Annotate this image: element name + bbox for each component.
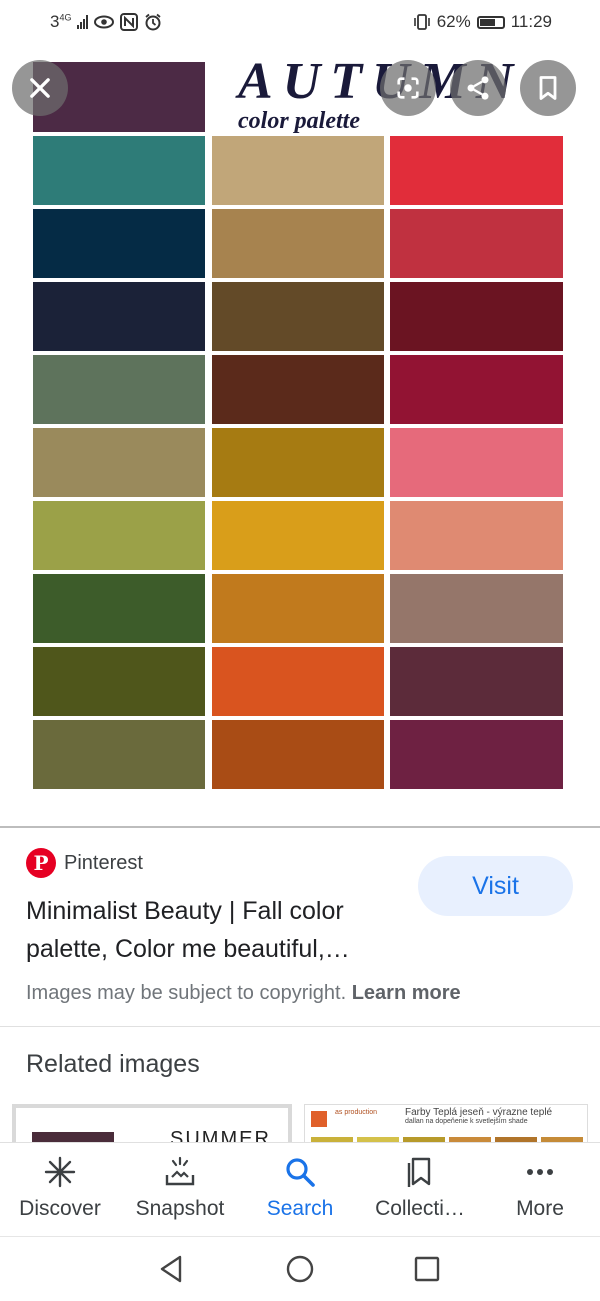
status-bar: 34G 62% 11:29 — [0, 0, 600, 46]
color-swatch — [212, 574, 384, 643]
share-button[interactable] — [450, 60, 506, 116]
color-swatch — [390, 282, 563, 351]
collections-icon — [407, 1157, 431, 1187]
share-icon — [467, 76, 489, 100]
nfc-icon — [120, 13, 139, 31]
nav-label: More — [516, 1197, 564, 1220]
color-swatch — [33, 428, 205, 497]
color-swatch — [33, 574, 205, 643]
color-swatch — [212, 282, 384, 351]
color-swatch — [390, 428, 563, 497]
thumbnail-title: Farby Teplá jeseň - výrazne teplé dallan… — [405, 1107, 553, 1125]
color-swatch — [33, 209, 205, 278]
network-indicator: 34G — [50, 12, 72, 31]
nav-search[interactable]: Search — [240, 1143, 360, 1237]
color-swatch — [390, 574, 563, 643]
recents-icon[interactable] — [411, 1253, 443, 1285]
source-row[interactable]: P Pinterest — [26, 848, 143, 878]
color-swatch — [390, 136, 563, 205]
color-swatch — [33, 647, 205, 716]
battery-icon — [476, 15, 505, 29]
status-right: 62% 11:29 — [413, 12, 552, 32]
related-image-thumbnail[interactable]: SUMMER — [12, 1104, 292, 1142]
nav-discover[interactable]: Discover — [0, 1143, 120, 1237]
snapshot-icon — [165, 1156, 195, 1186]
palette-subtitle: color palette — [238, 108, 360, 134]
thumbnail-brand: as production — [335, 1109, 378, 1116]
color-swatch — [33, 720, 205, 789]
color-swatch — [33, 501, 205, 570]
save-button[interactable] — [520, 60, 576, 116]
copyright-text: Images may be subject to copyright. — [26, 982, 347, 1004]
more-icon — [527, 1169, 553, 1175]
color-swatch — [212, 428, 384, 497]
color-swatch — [33, 136, 205, 205]
status-left: 34G — [50, 12, 162, 32]
related-images-strip[interactable]: SUMMER as production Farby Teplá jeseň -… — [0, 1100, 600, 1142]
close-icon — [30, 78, 50, 98]
pinterest-logo-icon: P — [26, 848, 56, 878]
viewer-divider — [0, 826, 600, 828]
bottom-navigation: Discover Snapshot Search Collecti… More — [0, 1142, 600, 1237]
system-navigation-bar — [0, 1236, 600, 1301]
color-swatch — [390, 720, 563, 789]
bookmark-icon — [539, 76, 557, 100]
thumbnail-title: SUMMER — [170, 1128, 271, 1142]
eye-icon — [94, 15, 115, 29]
nav-label: Discover — [19, 1197, 101, 1220]
color-swatch — [212, 355, 384, 424]
related-images-heading: Related images — [26, 1050, 200, 1078]
nav-more[interactable]: More — [480, 1143, 600, 1237]
color-swatch — [33, 355, 205, 424]
copyright-notice: Images may be subject to copyright. Lear… — [26, 982, 461, 1005]
color-swatch — [212, 647, 384, 716]
home-icon[interactable] — [284, 1253, 316, 1285]
color-swatch — [390, 647, 563, 716]
nav-snapshot[interactable]: Snapshot — [120, 1143, 240, 1237]
color-swatch — [212, 209, 384, 278]
color-swatch — [390, 209, 563, 278]
autumn-palette-image[interactable]: AUTUMN color palette — [28, 56, 573, 816]
brand-logo-icon — [311, 1111, 327, 1127]
alarm-icon — [145, 13, 162, 31]
search-icon — [286, 1158, 315, 1187]
color-swatch — [212, 501, 384, 570]
color-swatch — [390, 501, 563, 570]
color-swatch — [212, 136, 384, 205]
nav-label: Snapshot — [135, 1197, 225, 1220]
color-swatch — [33, 282, 205, 351]
signal-icon — [77, 15, 89, 29]
lens-button[interactable] — [380, 60, 436, 116]
thumbnail-swatch — [32, 1132, 114, 1142]
result-title[interactable]: Minimalist Beauty | Fall color palette, … — [26, 892, 406, 968]
close-button[interactable] — [12, 60, 68, 116]
nav-collections[interactable]: Collecti… — [360, 1143, 480, 1237]
info-divider — [0, 1026, 600, 1027]
vibrate-icon — [413, 14, 430, 30]
visit-button[interactable]: Visit — [418, 856, 573, 916]
nav-label: Search — [266, 1197, 334, 1220]
lens-icon — [397, 77, 419, 99]
related-image-thumbnail[interactable]: as production Farby Teplá jeseň - výrazn… — [304, 1104, 588, 1142]
source-name: Pinterest — [64, 851, 143, 874]
battery-percent: 62% — [436, 12, 471, 31]
back-icon[interactable] — [156, 1253, 188, 1285]
nav-label: Collecti… — [375, 1197, 465, 1220]
clock: 11:29 — [510, 12, 552, 31]
learn-more-link[interactable]: Learn more — [352, 982, 461, 1004]
discover-icon — [44, 1156, 76, 1188]
color-swatch — [390, 355, 563, 424]
image-viewer[interactable]: AUTUMN color palette — [0, 46, 600, 826]
color-swatch — [212, 720, 384, 789]
